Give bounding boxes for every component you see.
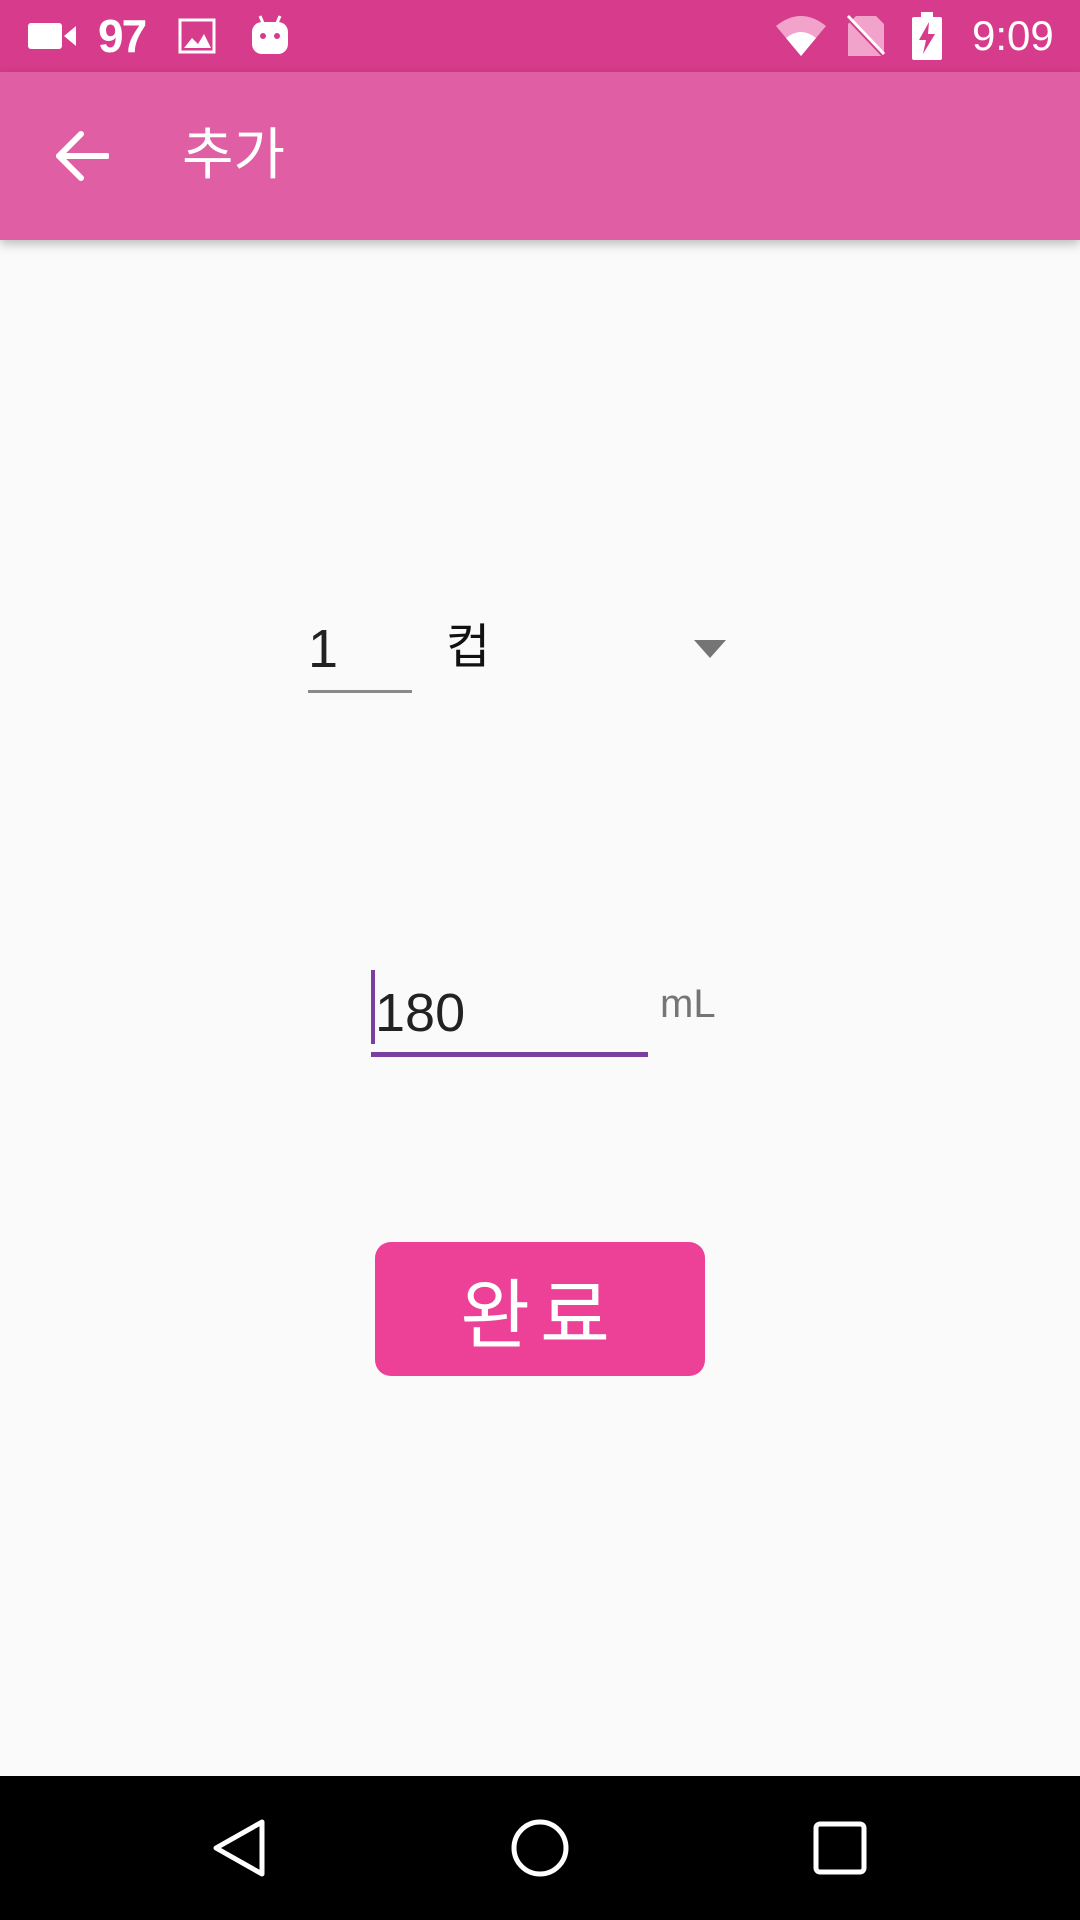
done-button[interactable]: 완료 bbox=[375, 1242, 705, 1376]
screen: 97 9:09 추가 1 컵 180 mL 완료 bbox=[0, 0, 1080, 1920]
unit-selected-label: 컵 bbox=[446, 619, 491, 675]
android-icon bbox=[250, 0, 290, 72]
status-bar: 97 9:09 bbox=[0, 0, 1080, 72]
notification-count: 97 bbox=[98, 10, 147, 62]
back-button[interactable] bbox=[44, 118, 120, 194]
nav-recents-button[interactable] bbox=[790, 1798, 890, 1898]
nav-home-button[interactable] bbox=[490, 1798, 590, 1898]
home-circle-icon bbox=[511, 1819, 569, 1877]
image-icon bbox=[178, 0, 216, 72]
arrow-back-icon bbox=[56, 131, 109, 181]
recents-square-icon bbox=[813, 1821, 867, 1875]
back-triangle-icon bbox=[213, 1819, 265, 1877]
dropdown-arrow-icon bbox=[694, 640, 726, 658]
battery-charging-icon bbox=[912, 0, 942, 72]
nav-back-button[interactable] bbox=[190, 1798, 290, 1898]
video-camera-icon bbox=[28, 0, 78, 72]
volume-unit-label: mL bbox=[660, 982, 716, 1026]
volume-input[interactable]: 180 bbox=[371, 966, 648, 1057]
quantity-input[interactable]: 1 bbox=[308, 610, 412, 693]
volume-value: 180 bbox=[375, 983, 466, 1043]
app-bar: 추가 bbox=[0, 72, 1080, 240]
navigation-bar bbox=[0, 1776, 1080, 1920]
unit-spinner[interactable]: 컵 bbox=[446, 612, 736, 688]
quantity-value: 1 bbox=[308, 619, 339, 679]
wifi-icon bbox=[774, 0, 828, 72]
no-sim-icon bbox=[846, 0, 886, 72]
status-time: 9:09 bbox=[972, 12, 1054, 59]
page-title: 추가 bbox=[182, 123, 286, 188]
